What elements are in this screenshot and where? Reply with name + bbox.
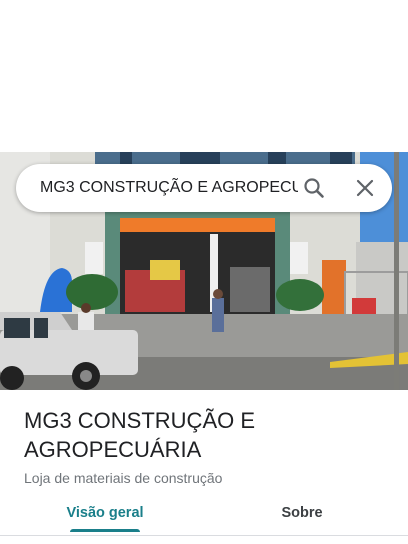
- tabs-divider: [0, 535, 408, 536]
- active-tab-indicator: [70, 529, 140, 532]
- place-category[interactable]: Loja de materiais de construção: [24, 469, 394, 487]
- tab-overview-label: Visão geral: [66, 505, 144, 521]
- tab-about-label: Sobre: [281, 505, 323, 521]
- place-tabs: Visão geral Sobre: [0, 496, 408, 536]
- search-bar[interactable]: [16, 164, 392, 212]
- place-title: MG3 CONSTRUÇÃO E AGROPECUÁRIA: [24, 408, 256, 462]
- search-input[interactable]: [40, 164, 298, 212]
- close-icon[interactable]: [353, 176, 377, 200]
- tab-overview[interactable]: Visão geral: [54, 496, 156, 536]
- tab-about[interactable]: Sobre: [250, 496, 354, 536]
- place-info: MG3 CONSTRUÇÃO E AGROPECUÁRIA Loja de ma…: [24, 406, 394, 487]
- search-icon[interactable]: [302, 176, 326, 200]
